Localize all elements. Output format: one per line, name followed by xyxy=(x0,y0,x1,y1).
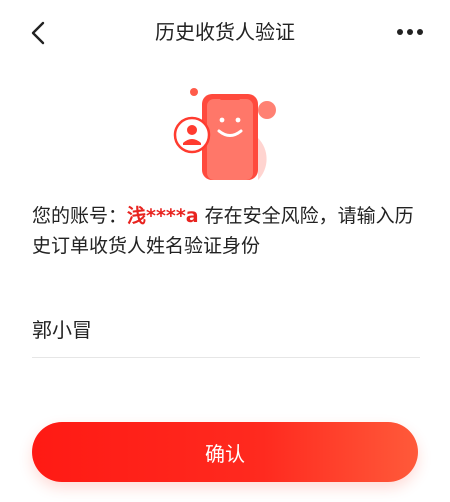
masked-account-name: 浅****a xyxy=(127,205,199,227)
confirm-button[interactable]: 确认 xyxy=(32,422,418,482)
warning-prefix: 您的账号： xyxy=(32,205,128,227)
decor-dot-icon xyxy=(190,88,198,96)
nav-bar: 历史收货人验证 xyxy=(0,0,450,64)
more-button[interactable] xyxy=(392,22,428,42)
decor-dot-icon xyxy=(258,101,276,119)
avatar-icon xyxy=(173,116,211,154)
phone-icon xyxy=(202,94,258,180)
phone-avatar-illustration xyxy=(160,80,290,180)
page-title: 历史收货人验证 xyxy=(155,20,295,44)
consignee-name-input[interactable] xyxy=(32,308,420,348)
more-dots-icon xyxy=(397,29,423,35)
security-warning-text: 您的账号：浅****a 存在安全风险，请输入历史订单收货人姓名验证身份 xyxy=(32,201,424,261)
consignee-name-field xyxy=(32,308,420,358)
